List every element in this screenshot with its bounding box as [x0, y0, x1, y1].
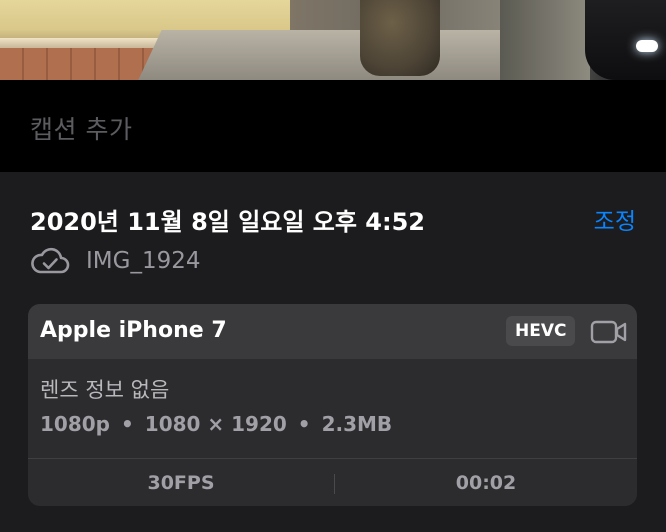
caption-input[interactable]: 캡션 추가	[30, 110, 132, 146]
photo-step	[138, 30, 542, 80]
card-divider	[28, 458, 637, 459]
file-size-label: 2.3MB	[321, 412, 393, 436]
resolution-label: 1080p	[40, 412, 110, 436]
photo-car-light	[636, 40, 658, 52]
capture-datetime: 2020년 11월 8일 일요일 오후 4:52	[30, 208, 426, 236]
codec-badge: HEVC	[506, 316, 576, 346]
video-camera-icon	[590, 320, 627, 344]
adjust-button[interactable]: 조정	[594, 202, 636, 236]
device-name: Apple iPhone 7	[40, 318, 227, 343]
file-row: IMG_1924	[30, 244, 200, 278]
dimensions-label: 1080 × 1920	[144, 412, 287, 436]
separator-dot: •	[297, 412, 311, 436]
duration-label: 00:02	[455, 472, 517, 494]
cloud-check-icon	[31, 247, 70, 274]
photo-figure	[360, 0, 440, 76]
media-specs: 1080p • 1080 × 1920 • 2.3MB	[40, 412, 392, 436]
lens-info: 렌즈 정보 없음	[40, 378, 170, 402]
metadata-card: Apple iPhone 7 HEVC 렌즈 정보 없음 1080p • 1080 …	[28, 304, 637, 506]
photo-pavement	[500, 0, 590, 80]
separator-dot: •	[120, 412, 134, 436]
photo-preview[interactable]	[0, 0, 666, 80]
file-name: IMG_1924	[86, 248, 201, 274]
fps-label: 30FPS	[147, 472, 215, 494]
